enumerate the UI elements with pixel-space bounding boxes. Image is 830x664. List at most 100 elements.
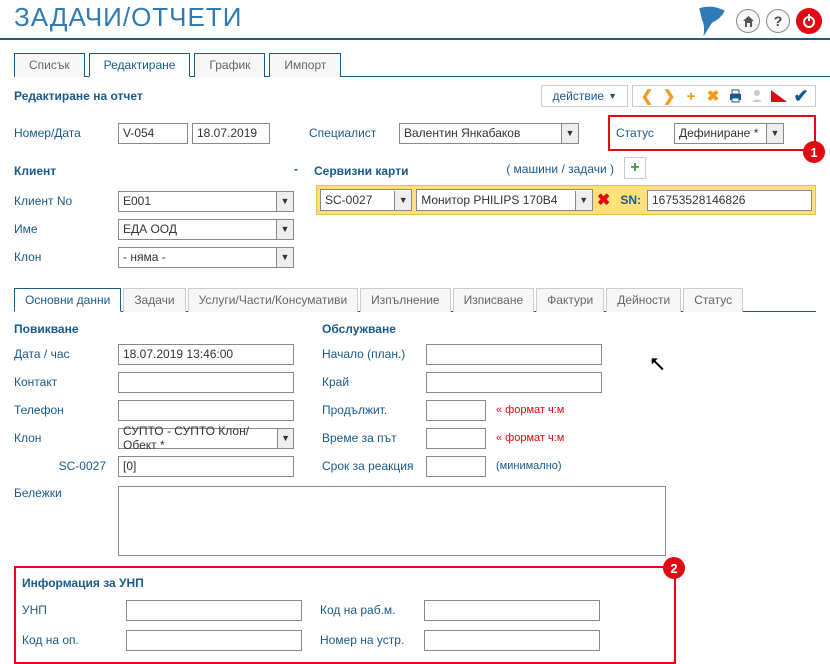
number-date-label: Номер/Дата [14,126,114,140]
client-heading: Клиент [14,158,114,180]
call-heading: Повикване [14,322,314,336]
chevron-down-icon: ▼ [276,192,293,211]
workplace-input[interactable] [424,600,600,621]
chevron-down-icon: ▼ [608,91,617,101]
chevron-down-icon: ▼ [766,124,783,143]
op-code-label: Код на оп. [22,633,122,647]
tab-chart[interactable]: График [194,53,265,77]
client-no-label: Клиент No [14,194,114,208]
travel-label: Време за път [322,431,422,445]
power-button[interactable] [796,8,822,34]
device-select[interactable]: Монитор PHILIPS 170B4 ▼ [416,189,593,211]
remove-card-button[interactable]: ✖ [593,189,615,211]
notes-row: Бележки [14,486,816,556]
datetime-input[interactable] [118,344,294,365]
contact-input[interactable] [118,372,294,393]
duration-label: Продължит. [322,403,422,417]
sn-input[interactable] [647,190,812,211]
add-service-card-button[interactable]: + [624,157,646,179]
tab-write[interactable]: Изписване [453,288,535,312]
sc-ref-input[interactable] [118,456,294,477]
end-label: Край [322,375,422,389]
unp-section: 2 Информация за УНП УНП Код на раб.м. Ко… [14,566,676,664]
date-input[interactable] [192,123,270,144]
status-label: Статус [616,126,670,140]
page-title: ЗАДАЧИ/ОТЧЕТИ [14,2,694,33]
delete-icon[interactable]: ✖ [705,88,721,104]
confirm-icon[interactable]: ✔ [793,88,809,104]
datetime-label: Дата / час [14,347,114,361]
add-icon[interactable]: + [683,88,699,104]
action-label: действие [552,89,604,103]
unp-label: УНП [22,603,122,617]
client-name-select[interactable]: ЕДА ООД ▼ [118,219,294,240]
tab-invoices[interactable]: Фактури [536,288,604,312]
chevron-down-icon: ▼ [277,429,293,448]
client-branch-select[interactable]: - няма - ▼ [118,247,294,268]
power-icon [802,14,816,28]
sn-label: SN: [614,193,647,207]
unp-input[interactable] [126,600,302,621]
tab-main-data[interactable]: Основни данни [14,288,121,312]
user-icon[interactable] [749,88,765,104]
service-heading-2: Обслужване [322,322,702,336]
notes-textarea[interactable] [118,486,666,556]
tab-tasks[interactable]: Задачи [123,288,185,312]
start-label: Начало (план.) [322,347,422,361]
flag-icon[interactable] [771,88,787,104]
status-select[interactable]: Дефиниране * ▼ [674,123,784,144]
tab-activities[interactable]: Дейности [606,288,681,312]
next-icon[interactable]: ❯ [661,88,677,104]
home-icon [742,15,755,28]
main-tabs: Списък Редактиране График Импорт [14,52,830,77]
subheader: Редактиране на отчет действие ▼ ❮ ❯ + ✖ … [14,85,816,107]
print-icon[interactable] [727,88,743,104]
chevron-down-icon: ▼ [575,191,592,210]
start-input[interactable] [426,344,602,365]
unp-heading: Информация за УНП [22,576,668,592]
min-hint: (минимално) [496,460,562,472]
device-no-label: Номер на устр. [320,633,420,647]
number-input[interactable] [118,123,188,144]
tab-status[interactable]: Статус [683,288,743,312]
machines-tasks-link[interactable]: ( машини / задачи ) [506,162,614,176]
subheader-title: Редактиране на отчет [14,89,541,103]
format-hint-1: « формат ч:м [496,404,564,416]
callout-2: 2 [663,557,685,579]
help-button[interactable]: ? [766,9,790,33]
chevron-down-icon: ▼ [276,248,293,267]
specialist-select[interactable]: Валентин Янкабаков ▼ [399,123,579,144]
service-card-select[interactable]: SC-0027 ▼ [320,189,412,211]
call-branch-select[interactable]: СУПТО - СУПТО Клон/Обект * ▼ [118,428,294,449]
prev-icon[interactable]: ❮ [639,88,655,104]
client-branch-label: Клон [14,250,114,264]
tab-list[interactable]: Списък [14,53,85,77]
call-branch-label: Клон [14,431,114,445]
client-name-label: Име [14,222,114,236]
home-button[interactable] [736,9,760,33]
action-menu[interactable]: действие ▼ [541,85,628,107]
detail-tabs: Основни данни Задачи Услуги/Части/Консум… [14,287,816,312]
cursor-icon: ⭦ [650,352,664,378]
notes-label: Бележки [14,486,114,556]
reaction-label: Срок за реакция [322,459,422,473]
tab-parts[interactable]: Услуги/Части/Консумативи [188,288,359,312]
service-card-row: SC-0027 ▼ Монитор PHILIPS 170B4 ▼ ✖ SN: [316,185,816,215]
service-heading: Сервизни карти [314,158,408,180]
end-input[interactable] [426,372,602,393]
client-dash: - [294,162,314,176]
page-header: ЗАДАЧИ/ОТЧЕТИ ? [0,0,830,40]
tab-import[interactable]: Импорт [269,53,341,77]
specialist-label: Специалист [309,126,395,140]
travel-input[interactable] [426,428,486,449]
reaction-input[interactable] [426,456,486,477]
op-code-input[interactable] [126,630,302,651]
duration-input[interactable] [426,400,486,421]
tab-edit[interactable]: Редактиране [89,53,191,77]
client-no-select[interactable]: E001 ▼ [118,191,294,212]
callout-1: 1 [803,141,825,163]
tab-exec[interactable]: Изпълнение [360,288,450,312]
phone-input[interactable] [118,400,294,421]
toolbar: ❮ ❯ + ✖ ✔ [632,85,816,107]
device-no-input[interactable] [424,630,600,651]
